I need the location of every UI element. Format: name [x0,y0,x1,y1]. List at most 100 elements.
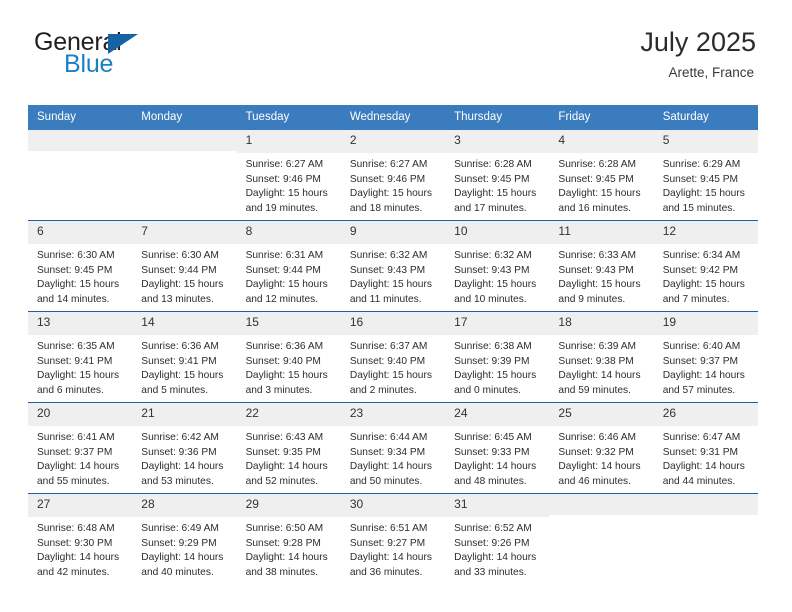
day-daylight-line1-text: Daylight: 14 hours [454,552,537,564]
day-sunset-text: Sunset: 9:41 PM [141,355,217,367]
day-number [653,493,758,515]
calendar-day-cell[interactable]: 28 Sunrise: 6:49 AM Sunset: 9:29 PM Dayligh… [132,493,237,584]
day-sunrise-text: Sunrise: 6:51 AM [349,522,428,534]
calendar-day-cell[interactable]: 2 Sunrise: 6:27 AM Sunset: 9:46 PM Daylight… [340,129,446,220]
day-sun-info: Sunrise: 6:43 AM Sunset: 9:35 PM Daylight:… [237,426,341,490]
calendar-day-cell[interactable]: 6 Sunrise: 6:30 AM Sunset: 9:45 PM Daylight… [28,220,133,311]
calendar-day-cell[interactable]: 4 Sunrise: 6:28 AM Sunset: 9:45 PM Daylight… [549,129,654,220]
day-sunrise-text: Sunrise: 6:30 AM [141,249,219,261]
calendar-day-cell[interactable]: 29 Sunrise: 6:50 AM Sunset: 9:28 PM Dayligh… [236,493,341,584]
calendar-day-cell[interactable]: 5 Sunrise: 6:29 AM Sunset: 9:45 PM Daylight… [653,129,758,220]
day-sunset-text: Sunset: 9:40 PM [349,355,426,367]
calendar-day-cell[interactable]: 24 Sunrise: 6:45 AM Sunset: 9:33 PM Dayligh… [445,402,550,493]
weekday-header-saturday: Saturday [662,111,709,123]
day-number: 17 [445,311,550,335]
calendar-day-cell-empty [28,129,133,220]
day-sunset-text: Sunset: 9:29 PM [141,537,217,549]
day-number: 5 [653,129,758,153]
day-number: 3 [445,129,550,153]
day-daylight-line1-text: Daylight: 14 hours [558,370,641,382]
day-sun-info: Sunrise: 6:42 AM Sunset: 9:36 PM Daylight:… [132,426,236,490]
day-number: 12 [653,220,758,244]
calendar-day-cell[interactable]: 20 Sunrise: 6:41 AM Sunset: 9:37 PM Dayligh… [28,402,133,493]
day-daylight-line2-text: and 50 minutes. [349,476,423,488]
day-sunrise-text: Sunrise: 6:47 AM [662,431,741,443]
calendar-day-cell[interactable]: 13 Sunrise: 6:35 AM Sunset: 9:41 PM Dayligh… [28,311,133,402]
day-number: 18 [549,311,654,335]
day-number: 27 [28,493,133,517]
calendar-day-cell[interactable]: 17 Sunrise: 6:38 AM Sunset: 9:39 PM Dayligh… [445,311,550,402]
calendar-day-cell[interactable]: 3 Sunrise: 6:28 AM Sunset: 9:45 PM Daylight… [445,129,550,220]
calendar-day-cell[interactable]: 21 Sunrise: 6:42 AM Sunset: 9:36 PM Dayligh… [132,402,237,493]
day-number: 29 [236,493,341,517]
day-daylight-line2-text: and 16 minutes. [558,203,631,215]
weekday-header-row: Sunday Monday Tuesday Wednesday Thursday Frid… [28,105,758,130]
day-sunset-text: Sunset: 9:43 PM [558,264,634,276]
day-daylight-line1-text: Daylight: 15 hours [349,279,432,291]
calendar-day-cell[interactable]: 11 Sunrise: 6:33 AM Sunset: 9:43 PM Dayligh… [549,220,654,311]
day-daylight-line1-text: Daylight: 15 hours [349,188,432,200]
calendar-day-cell[interactable]: 23 Sunrise: 6:44 AM Sunset: 9:34 PM Dayligh… [340,402,446,493]
day-sunrise-text: Sunrise: 6:30 AM [37,249,115,261]
calendar-week-row: 6 Sunrise: 6:30 AM Sunset: 9:45 PM Daylight… [28,219,758,311]
calendar-day-cell[interactable]: 16 Sunrise: 6:37 AM Sunset: 9:40 PM Dayligh… [340,311,446,402]
calendar-day-cell[interactable]: 9 Sunrise: 6:32 AM Sunset: 9:43 PM Daylight… [340,220,446,311]
calendar-day-cell[interactable]: 19 Sunrise: 6:40 AM Sunset: 9:37 PM Dayligh… [653,311,758,402]
weekday-header-thursday: Thursday [454,111,503,123]
day-sunset-text: Sunset: 9:44 PM [141,264,217,276]
calendar-day-cell[interactable]: 12 Sunrise: 6:34 AM Sunset: 9:42 PM Dayligh… [653,220,758,311]
day-number: 24 [445,402,550,426]
day-daylight-line2-text: and 5 minutes. [141,385,209,397]
day-sunrise-text: Sunrise: 6:34 AM [662,249,741,261]
calendar-day-cell[interactable]: 31 Sunrise: 6:52 AM Sunset: 9:26 PM Dayligh… [445,493,550,584]
day-sunset-text: Sunset: 9:43 PM [454,264,530,276]
day-number: 20 [28,402,133,426]
day-daylight-line2-text: and 10 minutes. [454,294,527,306]
day-sunset-text: Sunset: 9:45 PM [37,264,113,276]
day-number: 4 [549,129,654,153]
calendar-day-cell[interactable]: 30 Sunrise: 6:51 AM Sunset: 9:27 PM Dayligh… [340,493,446,584]
day-sunrise-text: Sunrise: 6:50 AM [245,522,324,534]
day-daylight-line1-text: Daylight: 15 hours [558,188,641,200]
day-daylight-line2-text: and 12 minutes. [245,294,319,306]
calendar-day-cell[interactable]: 1 Sunrise: 6:27 AM Sunset: 9:46 PM Daylight… [236,129,341,220]
day-sunset-text: Sunset: 9:32 PM [558,446,634,458]
calendar-day-cell[interactable]: 14 Sunrise: 6:36 AM Sunset: 9:41 PM Dayligh… [132,311,237,402]
calendar-day-cell[interactable]: 10 Sunrise: 6:32 AM Sunset: 9:43 PM Dayligh… [445,220,550,311]
day-daylight-line1-text: Daylight: 14 hours [245,552,328,564]
day-sun-info: Sunrise: 6:27 AM Sunset: 9:46 PM Daylight:… [237,153,341,217]
day-sunset-text: Sunset: 9:33 PM [454,446,530,458]
day-sunset-text: Sunset: 9:45 PM [558,173,634,185]
day-daylight-line2-text: and 15 minutes. [662,203,736,215]
brand-logo[interactable]: General Blue [34,26,184,82]
day-daylight-line2-text: and 55 minutes. [37,476,110,488]
day-sun-info: Sunrise: 6:29 AM Sunset: 9:45 PM Daylight:… [654,153,758,217]
day-sun-info: Sunrise: 6:49 AM Sunset: 9:29 PM Daylight:… [132,517,236,581]
day-sun-info: Sunrise: 6:32 AM Sunset: 9:43 PM Daylight:… [445,244,549,308]
calendar-day-cell[interactable]: 27 Sunrise: 6:48 AM Sunset: 9:30 PM Dayligh… [28,493,133,584]
day-daylight-line1-text: Daylight: 15 hours [245,188,328,200]
calendar-day-cell[interactable]: 25 Sunrise: 6:46 AM Sunset: 9:32 PM Dayligh… [549,402,654,493]
day-daylight-line1-text: Daylight: 15 hours [454,370,537,382]
day-daylight-line1-text: Daylight: 15 hours [662,188,745,200]
calendar-day-cell[interactable]: 8 Sunrise: 6:31 AM Sunset: 9:44 PM Daylight… [236,220,341,311]
day-number: 13 [28,311,133,335]
calendar-day-cell[interactable]: 18 Sunrise: 6:39 AM Sunset: 9:38 PM Dayligh… [549,311,654,402]
day-sunrise-text: Sunrise: 6:27 AM [245,158,324,170]
day-sunset-text: Sunset: 9:37 PM [37,446,113,458]
day-sunset-text: Sunset: 9:43 PM [349,264,426,276]
day-sun-info: Sunrise: 6:37 AM Sunset: 9:40 PM Daylight:… [341,335,445,399]
calendar-day-cell[interactable]: 7 Sunrise: 6:30 AM Sunset: 9:44 PM Daylight… [132,220,237,311]
calendar-day-cell[interactable]: 26 Sunrise: 6:47 AM Sunset: 9:31 PM Dayligh… [653,402,758,493]
day-sun-info: Sunrise: 6:47 AM Sunset: 9:31 PM Daylight:… [654,426,758,490]
calendar-day-cell[interactable]: 15 Sunrise: 6:36 AM Sunset: 9:40 PM Dayligh… [236,311,341,402]
calendar-day-cell[interactable]: 22 Sunrise: 6:43 AM Sunset: 9:35 PM Dayligh… [236,402,341,493]
day-daylight-line2-text: and 7 minutes. [662,294,730,306]
triangle-icon [108,34,138,54]
day-sunset-text: Sunset: 9:38 PM [558,355,634,367]
day-sunset-text: Sunset: 9:44 PM [245,264,321,276]
day-number: 25 [549,402,654,426]
day-number: 10 [445,220,550,244]
day-daylight-line1-text: Daylight: 15 hours [454,279,537,291]
day-daylight-line2-text: and 3 minutes. [245,385,313,397]
